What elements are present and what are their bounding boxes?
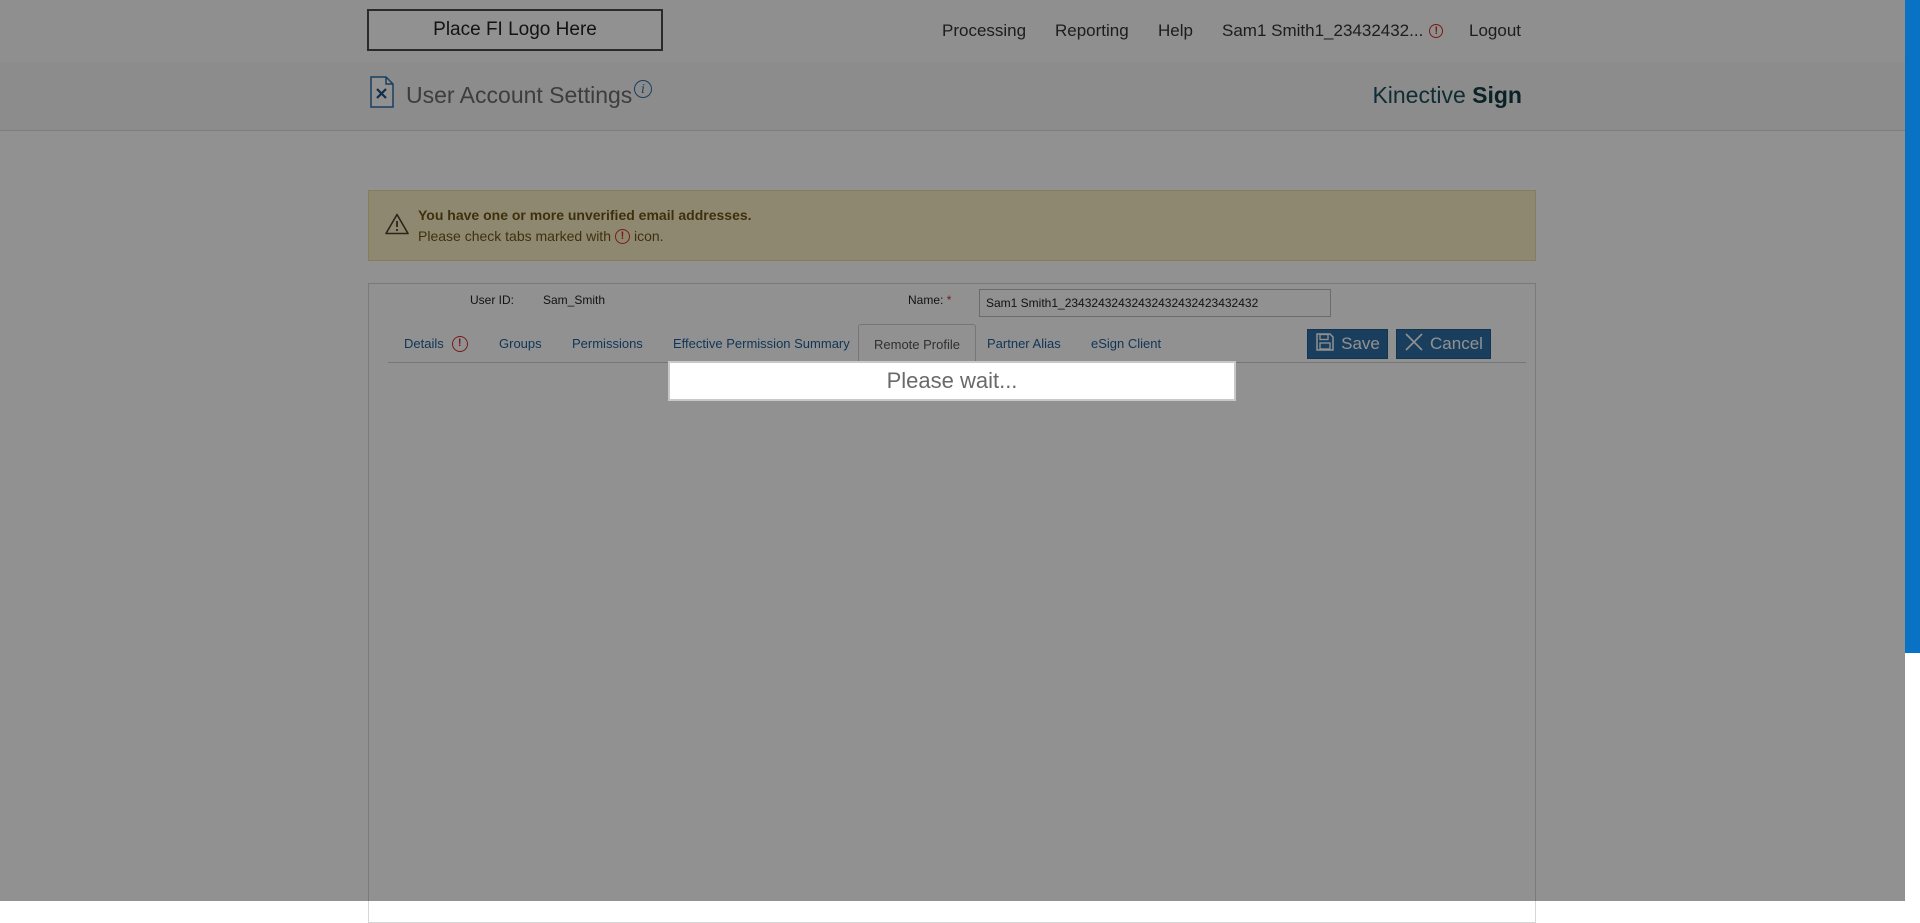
page-scrollbar[interactable] — [1905, 0, 1920, 901]
loading-overlay — [0, 0, 1905, 901]
please-wait-text: Please wait... — [886, 368, 1018, 393]
please-wait-dialog: Please wait... — [668, 361, 1236, 401]
scrollbar-thumb[interactable] — [1905, 0, 1920, 653]
